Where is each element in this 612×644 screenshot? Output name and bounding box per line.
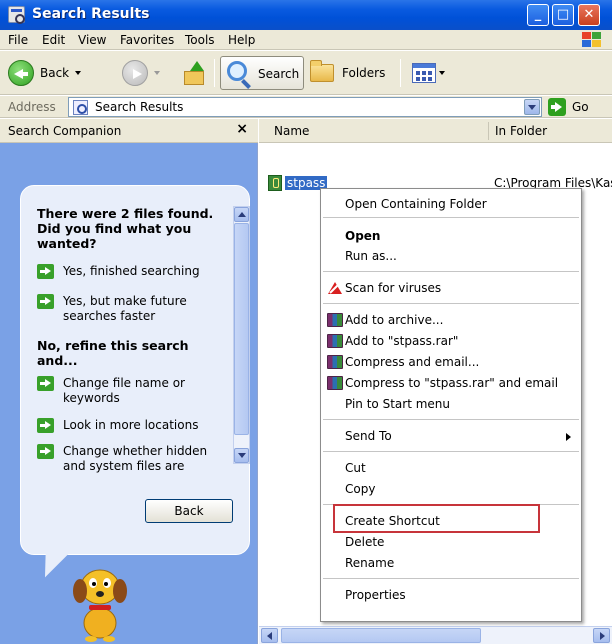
search-results-icon bbox=[73, 100, 88, 115]
close-icon[interactable]: × bbox=[236, 121, 248, 137]
menu-rename[interactable]: Rename bbox=[345, 556, 394, 570]
hidden-files-link[interactable]: Change whether hidden and system files a… bbox=[37, 444, 227, 474]
file-row[interactable]: stpass bbox=[268, 174, 328, 192]
menu-add-to-rar[interactable]: Add to "stpass.rar" bbox=[345, 334, 458, 348]
address-label: Address bbox=[8, 100, 56, 114]
address-input[interactable]: Search Results bbox=[68, 97, 542, 117]
search-companion-header: Search Companion × bbox=[0, 119, 258, 143]
menu-cut[interactable]: Cut bbox=[345, 461, 366, 475]
menu-open-containing-folder[interactable]: Open Containing Folder bbox=[345, 197, 487, 211]
menu-compress-to-rar-and-email[interactable]: Compress to "stpass.rar" and email bbox=[345, 376, 558, 390]
windows-logo-icon bbox=[580, 31, 602, 49]
context-menu: Open Containing Folder Open Run as... Sc… bbox=[320, 188, 582, 622]
menu-bar: File Edit View Favorites Tools Help bbox=[0, 30, 612, 50]
menu-edit[interactable]: Edit bbox=[42, 33, 65, 47]
go-label: Go bbox=[572, 100, 589, 114]
green-arrow-icon bbox=[37, 264, 54, 279]
winrar-icon bbox=[327, 334, 343, 348]
views-button[interactable] bbox=[412, 55, 445, 91]
menu-properties[interactable]: Properties bbox=[345, 588, 406, 602]
menu-view[interactable]: View bbox=[78, 33, 106, 47]
back-label: Back bbox=[40, 66, 70, 80]
create-shortcut-highlight bbox=[333, 504, 540, 533]
horizontal-scrollbar[interactable] bbox=[259, 626, 612, 644]
menu-delete[interactable]: Delete bbox=[345, 535, 384, 549]
scroll-left-icon[interactable] bbox=[261, 628, 278, 643]
submenu-arrow-icon bbox=[566, 433, 571, 441]
companion-back-button[interactable]: Back bbox=[145, 499, 233, 523]
results-heading: There were 2 files found. Did you find w… bbox=[37, 206, 214, 251]
change-file-name-link[interactable]: Change file name or keywords bbox=[37, 376, 227, 406]
search-button[interactable]: Search bbox=[220, 56, 304, 90]
forward-arrow-icon bbox=[122, 60, 148, 86]
menu-help[interactable]: Help bbox=[228, 33, 255, 47]
chevron-down-icon bbox=[439, 71, 445, 75]
menu-compress-and-email[interactable]: Compress and email... bbox=[345, 355, 479, 369]
up-folder-icon bbox=[184, 61, 206, 85]
scroll-up-icon[interactable] bbox=[234, 207, 249, 222]
scroll-right-icon[interactable] bbox=[593, 628, 610, 643]
menu-add-to-archive[interactable]: Add to archive... bbox=[345, 313, 443, 327]
back-button[interactable]: Back bbox=[8, 55, 82, 91]
go-button[interactable]: Go bbox=[548, 98, 589, 116]
toolbar: Back Search Folders bbox=[0, 51, 612, 95]
winrar-icon bbox=[327, 313, 343, 327]
search-dog-icon bbox=[73, 569, 127, 642]
address-bar: Address Search Results Go bbox=[0, 96, 612, 118]
scroll-thumb[interactable] bbox=[281, 628, 481, 643]
key-file-icon bbox=[268, 175, 282, 191]
menu-pin-to-start[interactable]: Pin to Start menu bbox=[345, 397, 450, 411]
column-in-folder-header[interactable]: In Folder bbox=[495, 124, 547, 138]
menu-scan-for-viruses[interactable]: Scan for viruses bbox=[345, 281, 441, 295]
menu-open[interactable]: Open bbox=[345, 229, 380, 243]
scroll-thumb[interactable] bbox=[234, 223, 249, 435]
chevron-down-icon bbox=[154, 71, 160, 75]
folders-button[interactable]: Folders bbox=[310, 55, 385, 91]
views-icon bbox=[412, 63, 436, 83]
folders-icon bbox=[310, 60, 334, 82]
green-arrow-icon bbox=[37, 444, 54, 459]
back-arrow-icon bbox=[8, 60, 34, 86]
address-value: Search Results bbox=[95, 100, 184, 114]
winrar-icon bbox=[327, 355, 343, 369]
forward-button[interactable] bbox=[122, 55, 160, 91]
menu-send-to[interactable]: Send To bbox=[345, 429, 392, 443]
address-dropdown-button[interactable] bbox=[524, 99, 540, 115]
more-locations-link[interactable]: Look in more locations bbox=[37, 418, 227, 433]
up-folder-button[interactable] bbox=[184, 55, 206, 91]
green-arrow-icon bbox=[37, 418, 54, 433]
minimize-button[interactable]: _ bbox=[527, 4, 549, 26]
column-name-header[interactable]: Name bbox=[274, 124, 309, 138]
menu-favorites[interactable]: Favorites bbox=[120, 33, 174, 47]
maximize-button[interactable]: □ bbox=[552, 4, 574, 26]
menu-tools[interactable]: Tools bbox=[185, 33, 215, 47]
green-arrow-icon bbox=[37, 376, 54, 391]
window-title: Search Results bbox=[32, 6, 150, 22]
yes-faster-link[interactable]: Yes, but make future searches faster bbox=[37, 294, 227, 324]
search-label: Search bbox=[258, 67, 300, 81]
close-button[interactable]: ✕ bbox=[578, 4, 600, 26]
winrar-icon bbox=[327, 376, 343, 390]
title-bar: Search Results _ □ ✕ bbox=[0, 0, 612, 30]
search-icon bbox=[227, 61, 247, 81]
column-header: Name In Folder bbox=[259, 119, 612, 143]
menu-copy[interactable]: Copy bbox=[345, 482, 375, 496]
go-arrow-icon bbox=[548, 98, 566, 116]
menu-run-as[interactable]: Run as... bbox=[345, 249, 397, 263]
folders-label: Folders bbox=[342, 66, 386, 80]
antivirus-icon bbox=[328, 282, 342, 294]
yes-finished-link[interactable]: Yes, finished searching bbox=[37, 264, 227, 279]
scroll-down-icon[interactable] bbox=[234, 448, 249, 463]
green-arrow-icon bbox=[37, 294, 54, 309]
search-results-icon bbox=[8, 6, 25, 24]
search-companion-title: Search Companion bbox=[8, 124, 122, 138]
menu-file[interactable]: File bbox=[8, 33, 28, 47]
refine-heading: No, refine this search and... bbox=[37, 338, 189, 368]
chevron-down-icon bbox=[75, 71, 82, 75]
search-companion-pane: Search Companion × There were 2 files fo… bbox=[0, 119, 258, 644]
companion-scrollbar[interactable] bbox=[233, 206, 250, 464]
